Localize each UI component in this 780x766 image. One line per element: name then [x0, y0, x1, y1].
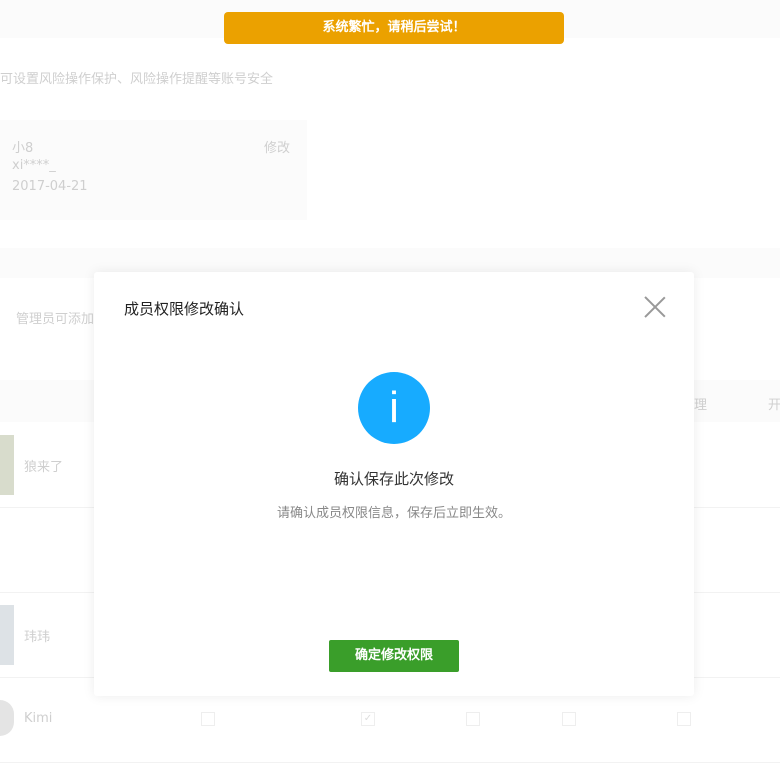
account-name: 小8: [12, 141, 34, 156]
permission-checkbox[interactable]: [677, 712, 691, 726]
confirm-button[interactable]: 确定修改权限: [329, 640, 459, 672]
edit-link[interactable]: 修改: [264, 137, 290, 156]
dialog-headline: 确认保存此次修改: [333, 470, 454, 488]
permission-checkbox[interactable]: [466, 712, 480, 726]
confirm-dialog: 成员权限修改确认 i 确认保存此次修改 请确认成员权限信息，保存后立即生效。 确…: [94, 272, 694, 696]
avatar: [0, 435, 14, 495]
account-date: 2017-04-21: [12, 179, 88, 194]
divider: [0, 762, 780, 763]
dialog-title: 成员权限修改确认: [124, 300, 245, 318]
close-icon[interactable]: [644, 296, 666, 318]
dialog-message: 请确认成员权限信息，保存后立即生效。: [276, 506, 511, 521]
account-id: xi****_: [12, 158, 56, 173]
security-description: 可设置风险操作保护、风险操作提醒等账号安全: [0, 72, 274, 87]
info-icon: i: [358, 372, 430, 444]
members-description: 管理员可添加: [16, 312, 95, 327]
table-header-cell: 开: [768, 398, 780, 413]
member-name: 玮玮: [24, 630, 51, 645]
permission-checkbox[interactable]: [562, 712, 576, 726]
member-name: 狼来了: [24, 460, 64, 475]
permission-checkbox-checked[interactable]: ✓: [361, 712, 375, 726]
avatar: [0, 605, 14, 665]
avatar: [0, 700, 14, 736]
member-name: Kimi: [24, 711, 53, 726]
toast-message: 系统繁忙，请稍后尝试！: [224, 12, 564, 44]
permission-checkbox[interactable]: [201, 712, 215, 726]
table-header-cell: 理: [694, 398, 708, 413]
account-card: 小8 修改 xi****_ 2017-04-21: [0, 120, 307, 220]
